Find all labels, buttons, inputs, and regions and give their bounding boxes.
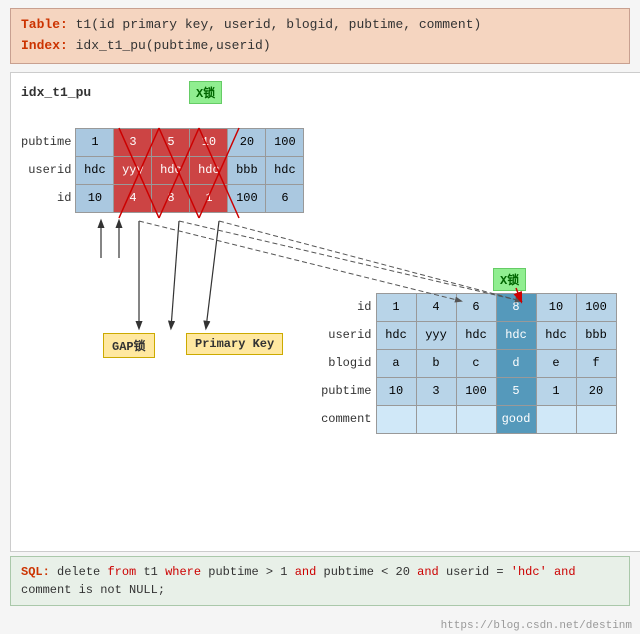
pri-blogid-10: e xyxy=(536,349,576,377)
watermark: https://blog.csdn.net/destinm xyxy=(441,620,632,632)
idx-id-5: 100 xyxy=(228,184,266,212)
idx-pubtime-3: 3 xyxy=(114,128,152,156)
idx-userid-6: hdc xyxy=(266,156,304,184)
pri-userid-4: yyy xyxy=(416,321,456,349)
idx-pubtime-20: 20 xyxy=(228,128,266,156)
sql-label: SQL: xyxy=(21,565,50,579)
pri-comment-10 xyxy=(536,405,576,433)
table-info-box: Table: t1(id primary key, userid, blogid… xyxy=(10,8,630,64)
pri-comment-8: good xyxy=(496,405,536,433)
pri-userid-8: hdc xyxy=(496,321,536,349)
table-def: t1(id primary key, userid, blogid, pubti… xyxy=(76,17,482,32)
pri-id-8: 8 xyxy=(496,293,536,321)
pri-id-4: 4 xyxy=(416,293,456,321)
pri-pubtime-100: 20 xyxy=(576,377,616,405)
index-def: idx_t1_pu(pubtime,userid) xyxy=(76,38,271,53)
idx-pubtime-5: 5 xyxy=(152,128,190,156)
idx-pubtime-10: 10 xyxy=(190,128,228,156)
idx-id-6: 6 xyxy=(266,184,304,212)
idx-userid-3: hdc xyxy=(152,156,190,184)
sql-bar: SQL: delete from t1 where pubtime > 1 an… xyxy=(10,556,630,606)
diagram-area: idx_t1_pu X锁 pubtime 1 3 5 10 20 100 use… xyxy=(10,72,640,552)
index-label: Index: xyxy=(21,38,68,53)
idx-id-2: 4 xyxy=(114,184,152,212)
x-lock-left-label: X锁 xyxy=(189,81,222,104)
gap-lock-label: GAP锁 xyxy=(103,333,155,358)
idx-pubtime-100: 100 xyxy=(266,128,304,156)
pri-pubtime-10: 1 xyxy=(536,377,576,405)
pri-comment-6 xyxy=(456,405,496,433)
pri-userid-6: hdc xyxy=(456,321,496,349)
primary-table: id 1 4 6 8 10 100 userid hdc yyy hdc hdc… xyxy=(321,293,617,434)
idx-userid-2: yyy xyxy=(114,156,152,184)
pri-blogid-6: c xyxy=(456,349,496,377)
pri-id-100: 100 xyxy=(576,293,616,321)
id-label: id xyxy=(21,184,76,212)
idx-userid-1: hdc xyxy=(76,156,114,184)
userid-label: userid xyxy=(21,156,76,184)
pri-userid-label: userid xyxy=(321,321,376,349)
pri-pubtime-4: 3 xyxy=(416,377,456,405)
pri-blogid-8: d xyxy=(496,349,536,377)
idx-id-4: 1 xyxy=(190,184,228,212)
pri-comment-1 xyxy=(376,405,416,433)
table-label: Table: xyxy=(21,17,68,32)
idx-pubtime-1: 1 xyxy=(76,128,114,156)
pri-id-6: 6 xyxy=(456,293,496,321)
x-lock-right-label: X锁 xyxy=(493,268,526,291)
pri-blogid-1: a xyxy=(376,349,416,377)
pri-pubtime-1: 10 xyxy=(376,377,416,405)
pri-blogid-100: f xyxy=(576,349,616,377)
idx-userid-5: bbb xyxy=(228,156,266,184)
pri-pubtime-8: 5 xyxy=(496,377,536,405)
index-table: pubtime 1 3 5 10 20 100 userid hdc yyy h… xyxy=(21,128,304,213)
idx-id-1: 10 xyxy=(76,184,114,212)
pri-pubtime-6: 100 xyxy=(456,377,496,405)
idx-userid-4: hdc xyxy=(190,156,228,184)
pri-comment-label: comment xyxy=(321,405,376,433)
pri-userid-10: hdc xyxy=(536,321,576,349)
primary-key-label: Primary Key xyxy=(186,333,283,355)
pri-comment-100 xyxy=(576,405,616,433)
pri-id-10: 10 xyxy=(536,293,576,321)
idx-id-3: 8 xyxy=(152,184,190,212)
pri-id-label: id xyxy=(321,293,376,321)
pubtime-label: pubtime xyxy=(21,128,76,156)
pri-blogid-4: b xyxy=(416,349,456,377)
index-section-label: idx_t1_pu xyxy=(21,85,91,100)
pri-pubtime-label: pubtime xyxy=(321,377,376,405)
pri-userid-100: bbb xyxy=(576,321,616,349)
pri-blogid-label: blogid xyxy=(321,349,376,377)
sql-text: delete from t1 where pubtime > 1 and pub… xyxy=(21,565,576,597)
pri-comment-4 xyxy=(416,405,456,433)
pri-id-1: 1 xyxy=(376,293,416,321)
pri-userid-1: hdc xyxy=(376,321,416,349)
